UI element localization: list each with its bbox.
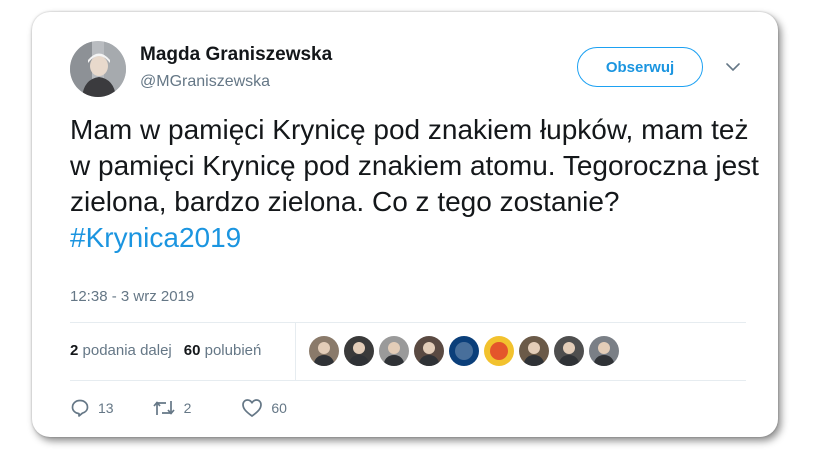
divider-top (70, 322, 746, 323)
liker-avatar[interactable] (589, 336, 619, 366)
liker-avatar[interactable] (379, 336, 409, 366)
liker-avatar[interactable] (309, 336, 339, 366)
tweet-actions: 13 2 60 (70, 398, 287, 418)
like-action[interactable]: 60 (241, 398, 287, 418)
author-avatar[interactable] (70, 41, 126, 97)
follow-button[interactable]: Obserwuj (577, 47, 703, 87)
liker-avatars (309, 336, 619, 366)
author-handle[interactable]: @MGraniszewska (140, 73, 270, 91)
likes-count: 60 (183, 342, 201, 359)
tweet-stats: 2 podania dalej 60 polubień (70, 342, 261, 359)
liker-avatar[interactable] (414, 336, 444, 366)
retweets-count: 2 (70, 342, 79, 359)
liker-avatar[interactable] (484, 336, 514, 366)
liker-avatar[interactable] (519, 336, 549, 366)
reply-icon (70, 398, 90, 418)
hashtag-link[interactable]: #Krynica2019 (70, 222, 241, 253)
chevron-down-icon[interactable] (722, 56, 744, 78)
liker-avatar[interactable] (554, 336, 584, 366)
liker-avatar[interactable] (449, 336, 479, 366)
tweet-text: Mam w pamięci Krynicę pod znakiem łupków… (70, 112, 760, 256)
retweet-icon (152, 398, 176, 418)
retweet-action[interactable]: 2 (152, 398, 192, 418)
divider-bottom (70, 380, 746, 381)
like-count: 60 (271, 400, 287, 416)
liker-avatar[interactable] (344, 336, 374, 366)
heart-icon (241, 398, 263, 418)
likes-label: polubień (204, 342, 262, 359)
author-name[interactable]: Magda Graniszewska (140, 44, 332, 66)
tweet-timestamp[interactable]: 12:38 - 3 wrz 2019 (70, 288, 194, 305)
tweet-card: Magda Graniszewska @MGraniszewska Obserw… (32, 12, 778, 437)
retweets-stat[interactable]: 2 podania dalej (70, 342, 172, 359)
reply-count: 13 (98, 400, 114, 416)
stats-divider (295, 323, 296, 381)
reply-action[interactable]: 13 (70, 398, 114, 418)
retweets-label: podania dalej (82, 342, 172, 359)
retweet-count: 2 (183, 400, 192, 416)
tweet-body: Mam w pamięci Krynicę pod znakiem łupków… (70, 114, 759, 217)
likes-stat[interactable]: 60 polubień (184, 342, 262, 359)
